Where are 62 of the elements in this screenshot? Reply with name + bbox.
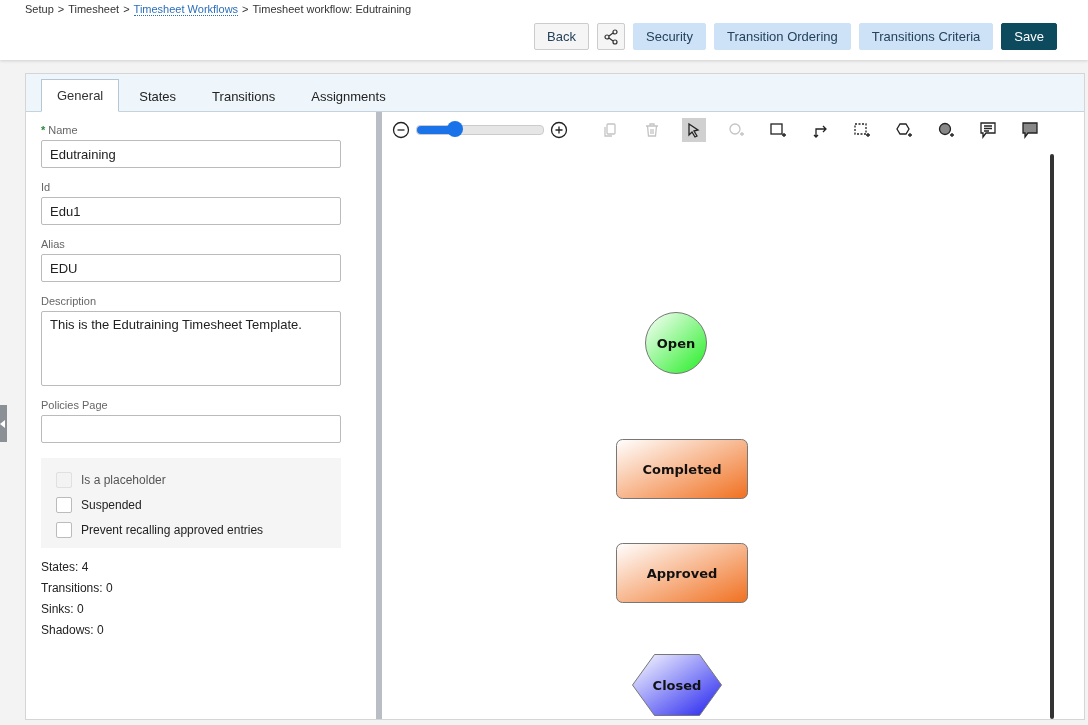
collapse-handle[interactable] <box>0 405 7 442</box>
tab[interactable]: Transitions <box>196 80 292 112</box>
stat-text: Sinks: 0 <box>41 602 85 616</box>
field-label: Policies Page <box>41 399 109 411</box>
breadcrumb-separator: > <box>123 3 130 16</box>
tab[interactable]: Assignments <box>295 80 402 112</box>
state-hexagon[interactable] <box>632 654 722 716</box>
state-label: Completed <box>642 461 722 477</box>
share-button[interactable] <box>597 23 625 50</box>
field-label: Name <box>48 124 78 136</box>
tab[interactable]: States <box>123 80 193 112</box>
share-icon <box>603 28 619 45</box>
state-circle[interactable] <box>645 312 707 374</box>
state-label: Approved <box>646 565 718 581</box>
action-button[interactable]: Back <box>534 23 589 50</box>
field-label: Description <box>41 295 98 307</box>
state-label: Open <box>656 335 696 351</box>
add-selection-icon <box>853 121 871 139</box>
zoom-in-icon[interactable] <box>550 121 568 139</box>
add-hexagon-icon <box>895 121 913 139</box>
trash-icon <box>643 121 661 139</box>
state-label: Closed <box>652 677 702 693</box>
breadcrumb-separator: > <box>57 3 65 16</box>
input-field[interactable]: Edutraining <box>41 140 341 168</box>
shaded-comment-icon <box>1021 121 1039 139</box>
breadcrumb-separator: > <box>242 3 249 16</box>
tab[interactable]: General <box>41 79 120 112</box>
action-button[interactable]: Transitions Criteria <box>858 23 994 50</box>
scrollbar[interactable] <box>1050 154 1054 719</box>
add-shaded-circle-icon <box>937 121 955 139</box>
checkbox-label: Prevent recalling approved entries <box>81 523 264 537</box>
caret-icon <box>0 419 6 428</box>
copy-icon <box>601 121 619 139</box>
breadcrumb-item: Timesheet <box>68 3 120 16</box>
field-label: Alias <box>41 238 66 250</box>
stat-text: Transitions: 0 <box>41 581 114 595</box>
tool-button[interactable] <box>682 118 706 142</box>
textarea-field[interactable]: This is the Edutraining Timesheet Template. <box>41 311 341 386</box>
input-field[interactable]: EDU <box>41 254 341 282</box>
add-rectangle-icon <box>769 121 787 139</box>
breadcrumb-link[interactable]: Timesheet Workflows <box>133 3 239 16</box>
state-rectangle[interactable] <box>616 439 748 499</box>
state-rectangle[interactable] <box>616 543 748 603</box>
input-field[interactable] <box>41 415 341 443</box>
slider-thumb[interactable] <box>446 121 463 137</box>
field-label: Id <box>41 181 52 193</box>
breadcrumb-item: Timesheet workflow: Edutraining <box>252 3 412 16</box>
checkbox-label: Suspended <box>81 498 142 512</box>
checkbox[interactable] <box>56 522 72 538</box>
comment-icon <box>979 121 997 139</box>
input-field[interactable]: Edu1 <box>41 197 341 225</box>
action-button[interactable]: Save <box>1001 23 1057 50</box>
stat-text: States: 4 <box>41 560 90 574</box>
add-circle-icon <box>727 121 745 139</box>
action-button[interactable]: Transition Ordering <box>713 23 851 50</box>
checkbox-label: Is a placeholder <box>81 473 166 487</box>
stat-text: Shadows: 0 <box>41 623 105 637</box>
action-button[interactable]: Security <box>633 23 706 50</box>
checkbox[interactable] <box>56 497 72 513</box>
breadcrumb-item: Setup <box>25 3 54 16</box>
zoom-out-icon[interactable] <box>392 121 410 139</box>
required-mark: * <box>41 124 46 136</box>
